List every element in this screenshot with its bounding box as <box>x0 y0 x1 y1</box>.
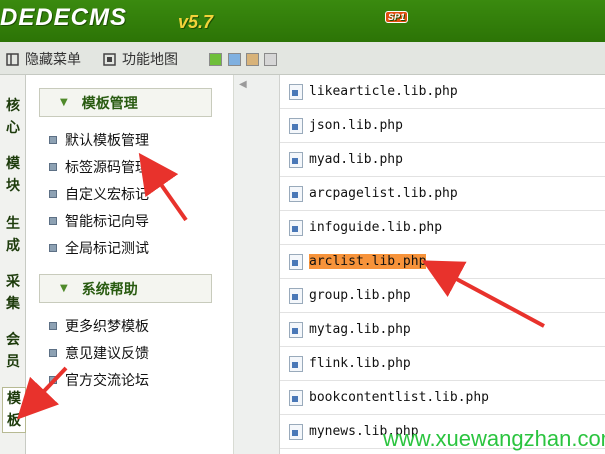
version-label: v5.7 SP1 <box>178 11 409 33</box>
file-name[interactable]: likearticle.lib.php <box>309 84 458 99</box>
php-file-icon <box>289 389 303 406</box>
file-row[interactable]: flink.lib.php <box>280 347 605 381</box>
file-name-highlighted[interactable]: arclist.lib.php <box>309 254 427 269</box>
file-row[interactable]: mytag.lib.php <box>280 313 605 347</box>
vertical-tabs: 核心 模块 生成 采集 会员 模板 <box>0 75 26 454</box>
side-menu: ▼ 模板管理 默认模板管理 标签源码管理 自定义宏标记 智能标记向导 全局标记测… <box>26 75 234 454</box>
brown-skin-icon[interactable] <box>246 53 259 66</box>
menu-item-custom-macro[interactable]: 自定义宏标记 <box>49 184 149 204</box>
file-row-selected[interactable]: arclist.lib.php <box>280 245 605 279</box>
menu-item-label: 全局标记测试 <box>65 241 149 257</box>
tab-member[interactable]: 会员 <box>2 329 24 373</box>
file-row[interactable]: infoguide.lib.php <box>280 211 605 245</box>
tab-collect[interactable]: 采集 <box>2 271 24 315</box>
menu-item-label: 更多织梦模板 <box>65 319 149 335</box>
bullet-icon <box>49 163 57 171</box>
function-map-button[interactable]: 功能地图 <box>103 49 178 69</box>
bullet-icon <box>49 136 57 144</box>
file-row[interactable]: likearticle.lib.php <box>280 75 605 109</box>
menu-item-default-template[interactable]: 默认模板管理 <box>49 130 149 150</box>
tab-modules[interactable]: 模块 <box>2 153 24 197</box>
section-title: 模板管理 <box>81 95 138 112</box>
section-system-help[interactable]: ▼ 系统帮助 <box>39 274 212 303</box>
file-name[interactable]: bookcontentlist.lib.php <box>309 390 489 405</box>
menu-item-more-templates[interactable]: 更多织梦模板 <box>49 316 149 336</box>
php-file-icon <box>289 219 303 236</box>
file-name[interactable]: arcpagelist.lib.php <box>309 186 458 201</box>
file-row[interactable]: group.lib.php <box>280 279 605 313</box>
php-file-icon <box>289 321 303 338</box>
tab-generate[interactable]: 生成 <box>2 213 24 257</box>
php-file-icon <box>289 423 303 440</box>
menu-item-global-tag-test[interactable]: 全局标记测试 <box>49 238 149 258</box>
menu-item-label: 标签源码管理 <box>65 160 149 176</box>
sp-badge: SP1 <box>385 11 409 23</box>
file-name[interactable]: group.lib.php <box>309 288 411 303</box>
tab-template[interactable]: 模板 <box>2 387 26 433</box>
menu-item-tag-source[interactable]: 标签源码管理 <box>49 157 149 177</box>
php-file-icon <box>289 117 303 134</box>
file-name[interactable]: json.lib.php <box>309 118 403 133</box>
hide-menu-icon <box>6 52 19 66</box>
tab-core[interactable]: 核心 <box>2 95 24 139</box>
menu-item-label: 自定义宏标记 <box>65 187 149 203</box>
php-file-icon <box>289 355 303 372</box>
green-skin-icon[interactable] <box>209 53 222 66</box>
php-file-icon <box>289 253 303 270</box>
bullet-icon <box>49 322 57 330</box>
file-list: likearticle.lib.php json.lib.php myad.li… <box>280 75 605 454</box>
php-file-icon <box>289 185 303 202</box>
menu-item-label: 默认模板管理 <box>65 133 149 149</box>
file-row[interactable]: arcpagelist.lib.php <box>280 177 605 211</box>
file-name[interactable]: myad.lib.php <box>309 152 403 167</box>
file-row[interactable]: myad.lib.php <box>280 143 605 177</box>
hide-menu-button[interactable]: 隐藏菜单 <box>6 49 81 69</box>
menu-item-feedback[interactable]: 意见建议反馈 <box>49 343 149 363</box>
menu-item-label: 官方交流论坛 <box>65 373 149 389</box>
bullet-icon <box>49 349 57 357</box>
collapse-triangle-icon: ▼ <box>60 97 68 108</box>
file-name[interactable]: infoguide.lib.php <box>309 220 442 235</box>
collapse-triangle-icon: ▼ <box>60 283 68 294</box>
php-file-icon <box>289 83 303 100</box>
bullet-icon <box>49 217 57 225</box>
splitter-triangle-icon: ◀ <box>239 79 247 90</box>
watermark: www.xuewangzhan.com <box>383 426 605 451</box>
splitter-gutter[interactable]: ◀ <box>234 75 280 454</box>
section-title: 系统帮助 <box>81 281 138 298</box>
file-name[interactable]: mytag.lib.php <box>309 322 411 337</box>
menu-item-label: 智能标记向导 <box>65 214 149 230</box>
php-file-icon <box>289 287 303 304</box>
toolbar: 隐藏菜单 功能地图 <box>0 42 605 75</box>
bullet-icon <box>49 244 57 252</box>
php-file-icon <box>289 151 303 168</box>
bullet-icon <box>49 376 57 384</box>
blue-skin-icon[interactable] <box>228 53 241 66</box>
menu-item-smart-tag-wizard[interactable]: 智能标记向导 <box>49 211 149 231</box>
section-template-management[interactable]: ▼ 模板管理 <box>39 88 212 117</box>
file-name[interactable]: flink.lib.php <box>309 356 411 371</box>
menu-item-official-forum[interactable]: 官方交流论坛 <box>49 370 149 390</box>
file-row[interactable]: bookcontentlist.lib.php <box>280 381 605 415</box>
file-row[interactable]: json.lib.php <box>280 109 605 143</box>
function-map-label: 功能地图 <box>122 52 178 68</box>
hide-menu-label: 隐藏菜单 <box>25 52 81 68</box>
dedecms-logo: DEDECMS <box>0 4 128 31</box>
version-text: v5.7 <box>178 12 214 32</box>
gray-skin-icon[interactable] <box>264 53 277 66</box>
bullet-icon <box>49 190 57 198</box>
menu-item-label: 意见建议反馈 <box>65 346 149 362</box>
function-map-icon <box>103 52 116 66</box>
app-header: DEDECMS v5.7 SP1 <box>0 0 605 42</box>
